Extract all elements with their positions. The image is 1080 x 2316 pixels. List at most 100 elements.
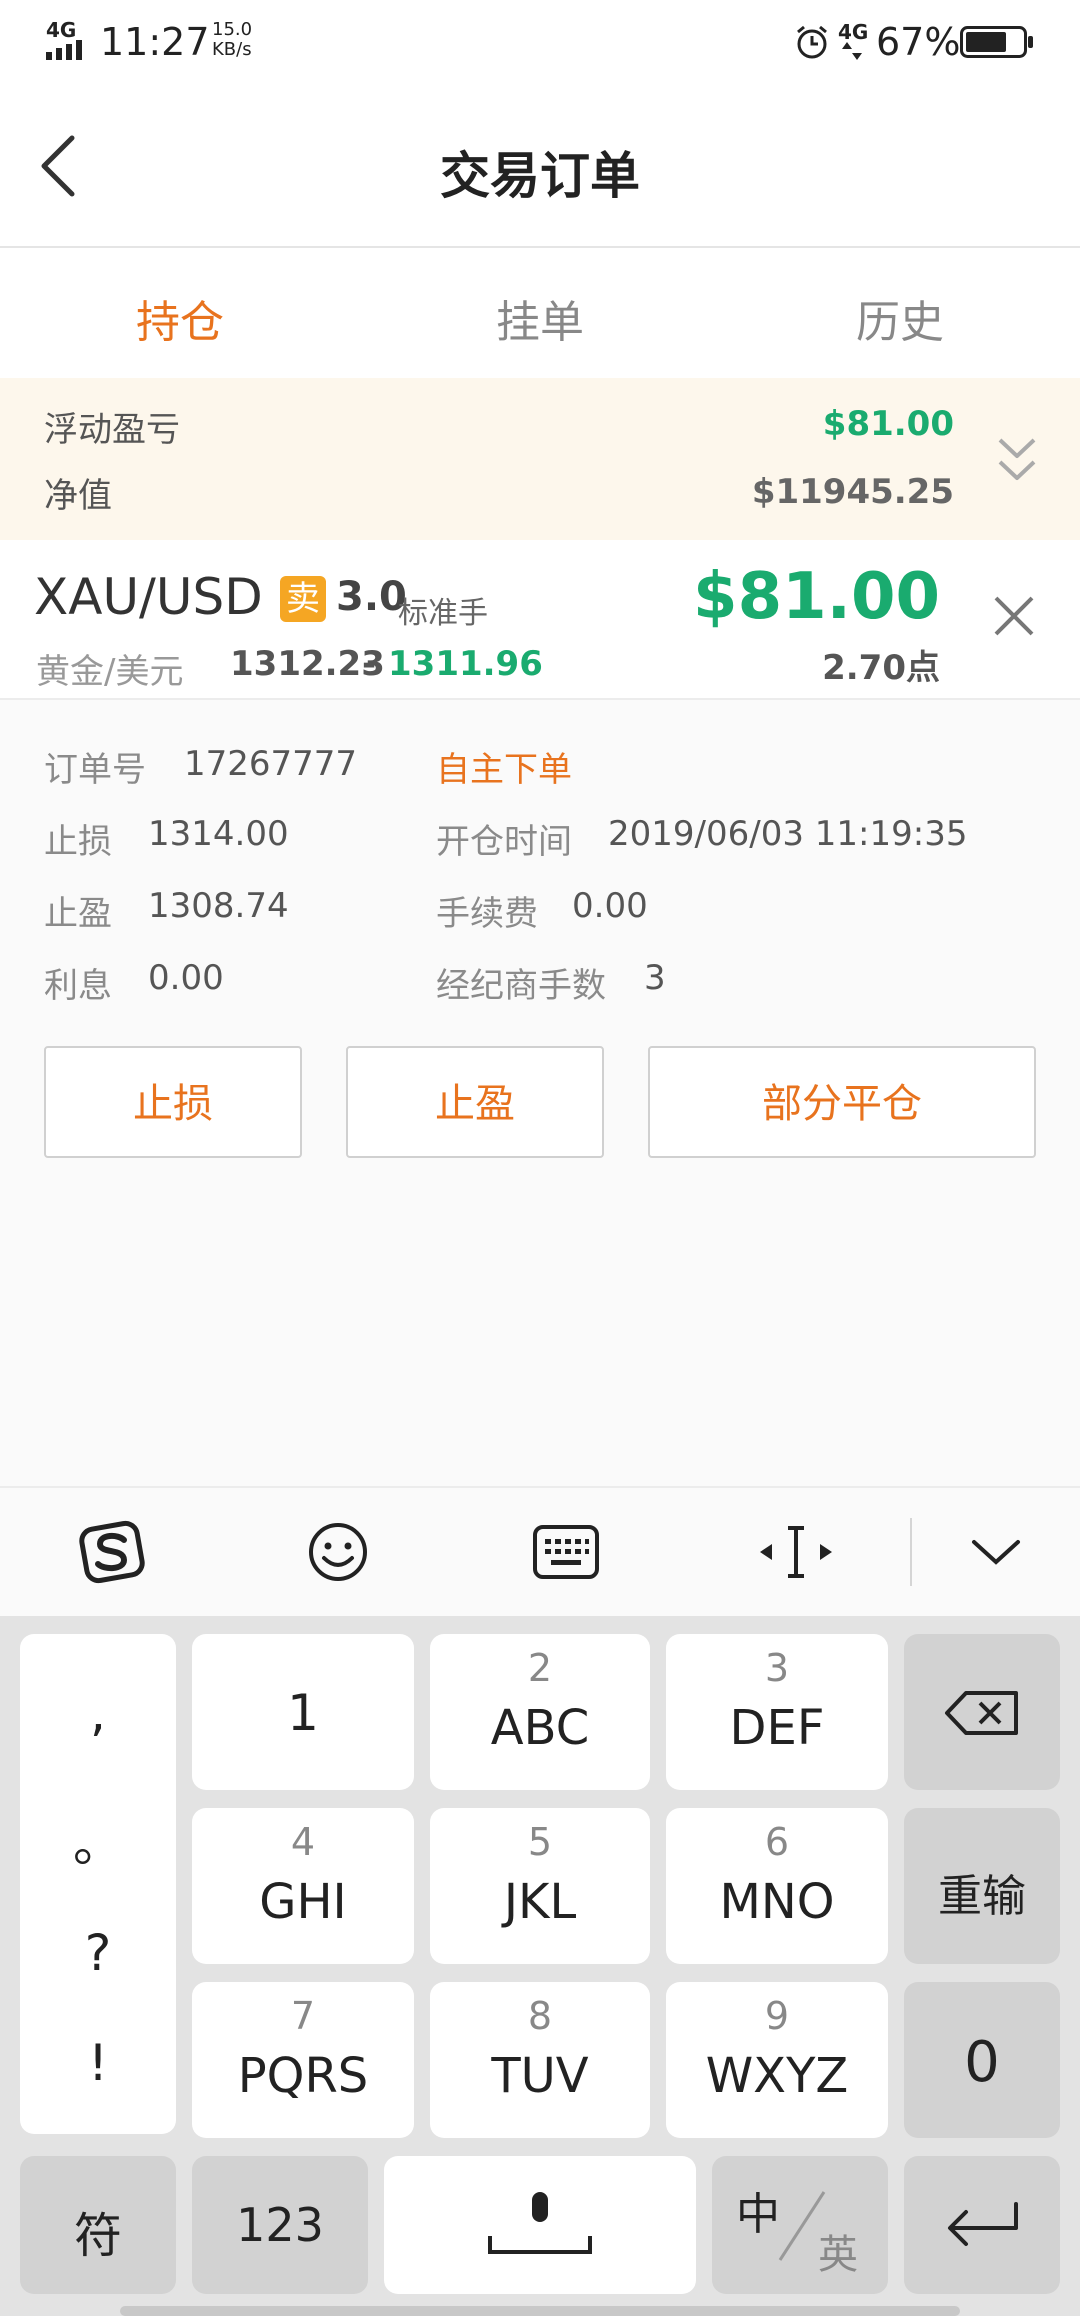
- symbols-key[interactable]: 符: [20, 2156, 176, 2294]
- enter-key[interactable]: [904, 2156, 1060, 2294]
- tab-history[interactable]: 历史: [750, 286, 1050, 350]
- equity-label: 净值: [44, 476, 112, 516]
- side-badge: 卖: [280, 576, 326, 622]
- punct-question-key[interactable]: ?: [20, 1924, 176, 1982]
- status-bar: 4G 11:27 15.0 KB/s 4G 67%: [0, 0, 1080, 84]
- enter-arrow-icon: [948, 2202, 1018, 2246]
- order-name: 黄金/美元: [36, 652, 184, 692]
- key-1[interactable]: 1: [192, 1634, 414, 1790]
- reenter-key[interactable]: 重输: [904, 1808, 1060, 1964]
- key-4[interactable]: 4 GHI: [192, 1808, 414, 1964]
- punct-period-key[interactable]: 。: [20, 1804, 176, 1876]
- order-lots: 3.0: [336, 574, 407, 620]
- key-3-number: 3: [764, 1646, 790, 1690]
- key-2[interactable]: 2 ABC: [430, 1634, 650, 1790]
- key-8-letters: TUV: [491, 2048, 589, 2104]
- punct-exclaim-key[interactable]: !: [20, 2034, 176, 2092]
- account-summary: 浮动盈亏 $81.00 净值 $11945.25: [0, 378, 1080, 540]
- order-points: 2.70点: [822, 648, 940, 688]
- speed-unit: KB/s: [212, 39, 252, 60]
- close-order-button[interactable]: [990, 592, 1038, 640]
- interest-value: 0.00: [148, 958, 224, 998]
- symbols-label: 符: [73, 2208, 122, 2264]
- page-title: 交易订单: [440, 147, 640, 205]
- key-0-label: 0: [964, 2030, 1000, 2095]
- tp-value: 1308.74: [148, 886, 289, 926]
- key-8-number: 8: [527, 1994, 553, 2038]
- open-time-value: 2019/06/03 11:19:35: [608, 814, 968, 854]
- partial-close-button[interactable]: 部分平仓: [648, 1046, 1036, 1158]
- punct-comma-key[interactable]: ,: [20, 1684, 176, 1742]
- punctuation-panel: , 。 ? !: [20, 1634, 176, 2134]
- key-6-number: 6: [764, 1820, 790, 1864]
- broker-lots-label: 经纪商手数: [436, 966, 606, 1006]
- chevron-down-icon: [972, 1540, 1020, 1565]
- signal-icon: [46, 38, 90, 60]
- status-time: 11:27: [100, 20, 210, 64]
- lang-en-label: 英: [818, 2232, 858, 2278]
- key-7-number: 7: [290, 1994, 316, 2038]
- key-2-number: 2: [527, 1646, 553, 1690]
- cursor-move-button[interactable]: [756, 1522, 836, 1582]
- sogou-logo-button[interactable]: [78, 1518, 146, 1586]
- numbers-key[interactable]: 123: [192, 2156, 368, 2294]
- tab-positions[interactable]: 持仓: [30, 286, 330, 350]
- expand-button[interactable]: [996, 434, 1038, 486]
- current-price: 1311.96: [388, 644, 543, 684]
- floating-pl-value: $81.00: [822, 404, 954, 444]
- key-2-letters: ABC: [490, 1700, 590, 1756]
- speed-value: 15.0: [212, 19, 253, 40]
- order-symbol: XAU/USD: [34, 568, 263, 626]
- tp-label: 止盈: [44, 894, 112, 934]
- keyboard-icon: [533, 1525, 599, 1579]
- equity-value: $11945.25: [751, 472, 954, 512]
- hide-keyboard-button[interactable]: [970, 1532, 1022, 1572]
- gesture-bar: [120, 2306, 960, 2316]
- sl-label: 止损: [44, 822, 112, 862]
- interest-label: 利息: [44, 966, 112, 1006]
- key-9[interactable]: 9 WXYZ: [666, 1982, 888, 2138]
- order-source: 自主下单: [436, 750, 572, 790]
- battery-icon: [960, 26, 1034, 58]
- key-3-letters: DEF: [729, 1700, 825, 1756]
- sogou-icon: [79, 1520, 145, 1584]
- key-6[interactable]: 6 MNO: [666, 1808, 888, 1964]
- backspace-key[interactable]: [904, 1634, 1060, 1790]
- backspace-icon: [945, 1691, 1018, 1735]
- order-no-label: 订单号: [44, 750, 146, 790]
- text-cursor-icon: [760, 1526, 832, 1578]
- toolbar-divider: [910, 1518, 912, 1586]
- smiley-icon: [309, 1523, 367, 1581]
- double-chevron-down-icon: [998, 438, 1036, 480]
- order-profit: $81.00: [693, 560, 940, 634]
- fee-label: 手续费: [436, 894, 538, 934]
- order-details: 订单号 17267777 自主下单 止损 1314.00 开仓时间 2019/0…: [0, 700, 1080, 1488]
- data-arrows-icon: [842, 42, 862, 60]
- key-3[interactable]: 3 DEF: [666, 1634, 888, 1790]
- space-key[interactable]: [384, 2156, 696, 2294]
- fee-value: 0.00: [572, 886, 648, 926]
- battery-percent: 67%: [876, 20, 961, 64]
- keyboard-switch-button[interactable]: [532, 1524, 600, 1580]
- emoji-button[interactable]: [306, 1520, 370, 1584]
- order-card[interactable]: XAU/USD 卖 3.0 标准手 黄金/美元 1312.23 - 1311.9…: [0, 540, 1080, 700]
- take-profit-button[interactable]: 止盈: [346, 1046, 604, 1158]
- t9-keyboard: , 。 ? ! 1 2 ABC 3 DEF 4 GHI 5 JKL 6 MNO …: [0, 1616, 1080, 2316]
- key-5[interactable]: 5 JKL: [430, 1808, 650, 1964]
- key-6-letters: MNO: [719, 1874, 835, 1930]
- alarm-icon: [794, 24, 830, 60]
- language-switch-key[interactable]: 中 英: [712, 2156, 888, 2294]
- order-no-value: 17267777: [184, 744, 358, 784]
- key-4-letters: GHI: [259, 1874, 347, 1930]
- stop-loss-button[interactable]: 止损: [44, 1046, 302, 1158]
- numbers-label: 123: [236, 2198, 324, 2252]
- key-0[interactable]: 0: [904, 1982, 1060, 2138]
- key-7[interactable]: 7 PQRS: [192, 1982, 414, 2138]
- close-icon: [994, 596, 1034, 636]
- keyboard-toolbar: [0, 1488, 1080, 1616]
- key-8[interactable]: 8 TUV: [430, 1982, 650, 2138]
- key-9-letters: WXYZ: [705, 2048, 849, 2104]
- tab-pending[interactable]: 挂单: [390, 286, 690, 350]
- app-header: 交易订单: [0, 84, 1080, 248]
- key-9-number: 9: [764, 1994, 790, 2038]
